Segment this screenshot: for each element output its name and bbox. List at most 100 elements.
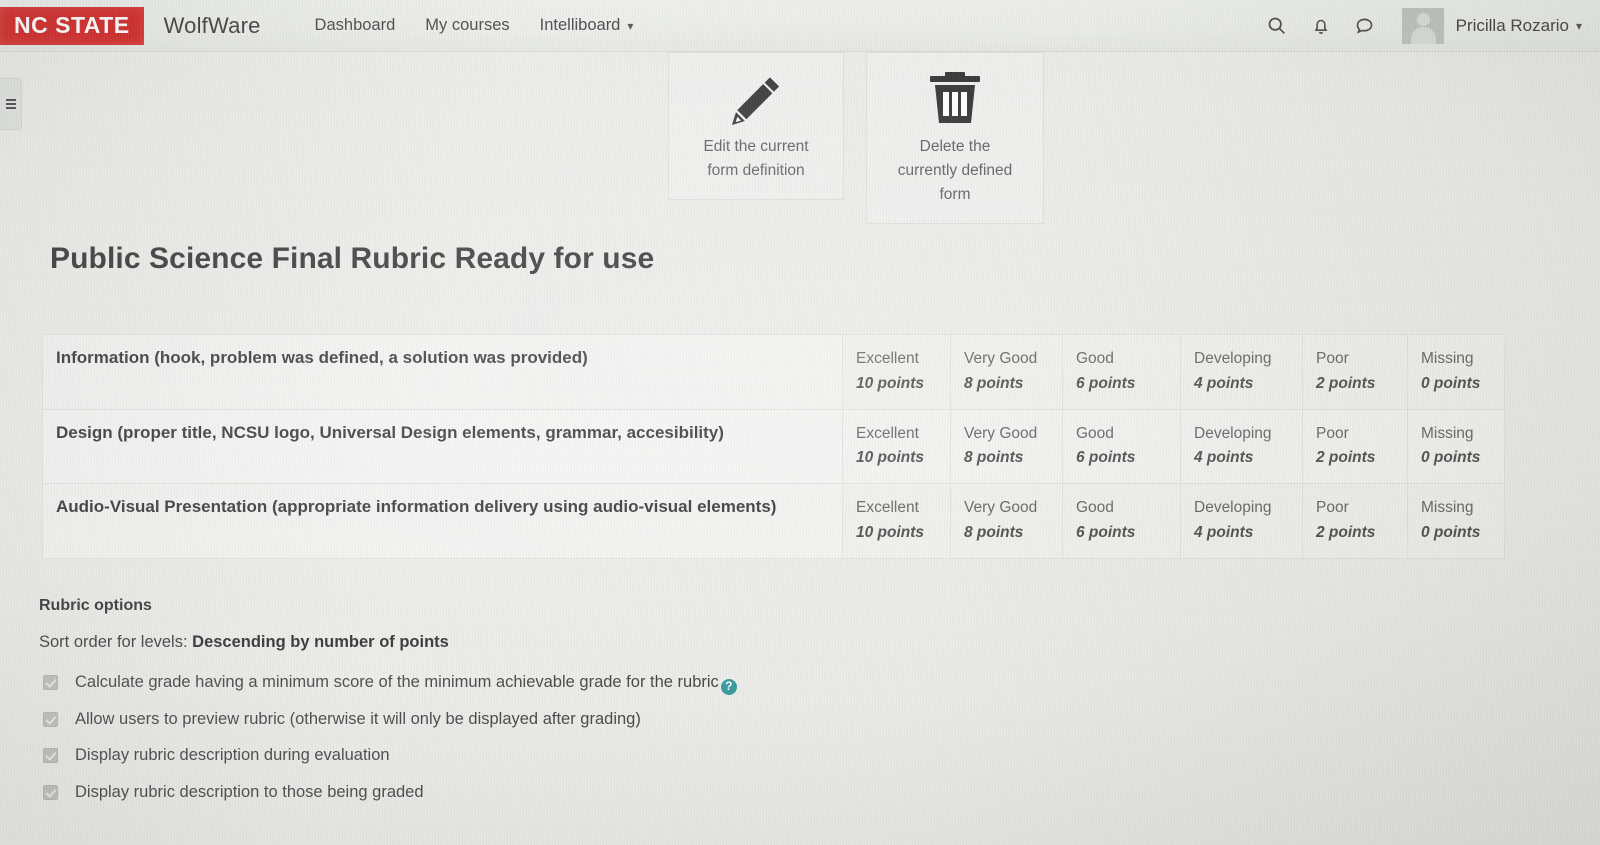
criterion-description: Information (hook, problem was defined, … bbox=[56, 348, 588, 367]
level-name: Very Good bbox=[964, 350, 1038, 367]
sort-order-line: Sort order for levels: Descending by num… bbox=[39, 633, 939, 652]
option-row-display-during-evaluation[interactable]: Display rubric description during evalua… bbox=[39, 745, 939, 766]
option-row-display-to-graded[interactable]: Display rubric description to those bein… bbox=[39, 782, 939, 803]
top-navigation-bar: NC STATE WolfWare Dashboard My courses I… bbox=[0, 0, 1600, 52]
level-cell-missing: Missing 0 points bbox=[1407, 483, 1505, 559]
message-icon[interactable] bbox=[1348, 9, 1382, 43]
level-cell-developing: Developing 4 points bbox=[1180, 483, 1303, 559]
level-cell-excellent: Excellent 10 points bbox=[842, 334, 951, 410]
level-points: 6 points bbox=[1076, 374, 1136, 392]
nav-right-cluster: Pricilla Rozario ▾ bbox=[1250, 7, 1600, 44]
criterion-cell: Audio-Visual Presentation (appropriate i… bbox=[42, 483, 843, 559]
level-points: 8 points bbox=[964, 374, 1024, 392]
primary-nav-links: Dashboard My courses Intelliboard ▾ bbox=[285, 16, 634, 35]
nc-state-logo[interactable]: NC STATE bbox=[0, 6, 144, 45]
delete-button-caption-line3: form bbox=[939, 186, 971, 204]
delete-button-caption-line1: Delete the bbox=[919, 138, 991, 155]
level-cell-good: Good 6 points bbox=[1062, 483, 1181, 559]
level-name: Developing bbox=[1194, 424, 1272, 442]
level-points: 2 points bbox=[1316, 374, 1376, 392]
level-cell-good: Good 6 points bbox=[1062, 334, 1181, 410]
table-row: Design (proper title, NCSU logo, Univers… bbox=[42, 408, 1505, 485]
level-cell-poor: Poor 2 points bbox=[1302, 408, 1408, 485]
page-title: Public Science Final Rubric Ready for us… bbox=[50, 242, 655, 275]
option-row-allow-preview[interactable]: Allow users to preview rubric (otherwise… bbox=[39, 709, 939, 730]
nav-item-dashboard[interactable]: Dashboard bbox=[315, 16, 396, 35]
level-name: Poor bbox=[1316, 350, 1349, 367]
level-cell-missing: Missing 0 points bbox=[1407, 408, 1505, 485]
avatar[interactable] bbox=[1401, 7, 1444, 44]
avatar-silhouette-icon bbox=[1408, 10, 1438, 44]
option-row-calculate-grade[interactable]: Calculate grade having a minimum score o… bbox=[39, 672, 939, 695]
level-name: Excellent bbox=[856, 350, 919, 367]
level-points: 10 points bbox=[856, 523, 925, 541]
edit-button-caption: Edit the current form definition bbox=[679, 135, 833, 183]
trash-icon bbox=[877, 71, 1033, 127]
user-menu-chevron-down-icon[interactable]: ▾ bbox=[1576, 19, 1582, 33]
level-cell-developing: Developing 4 points bbox=[1180, 334, 1303, 410]
level-cell-developing: Developing 4 points bbox=[1180, 408, 1303, 485]
option-label-display-to-graded: Display rubric description to those bein… bbox=[75, 782, 424, 801]
level-name: Missing bbox=[1421, 499, 1474, 517]
level-points: 8 points bbox=[964, 449, 1024, 467]
level-cell-very-good: Very Good 8 points bbox=[950, 483, 1063, 559]
nav-item-intelliboard-label: Intelliboard bbox=[539, 16, 621, 34]
level-points: 4 points bbox=[1194, 374, 1254, 392]
level-name: Missing bbox=[1421, 350, 1474, 367]
user-name[interactable]: Pricilla Rozario bbox=[1456, 16, 1569, 36]
sort-order-value[interactable]: Descending by number of points bbox=[192, 633, 449, 651]
checkbox-display-to-graded[interactable] bbox=[43, 784, 58, 800]
option-label-calculate-grade: Calculate grade having a minimum score o… bbox=[75, 672, 737, 695]
nav-item-my-courses[interactable]: My courses bbox=[425, 16, 509, 35]
criterion-description: Audio-Visual Presentation (appropriate i… bbox=[56, 497, 777, 517]
delete-button-caption-line2: currently defined bbox=[897, 162, 1013, 180]
level-name: Excellent bbox=[856, 499, 919, 517]
rubric-table: Information (hook, problem was defined, … bbox=[42, 334, 1505, 559]
level-points: 2 points bbox=[1316, 449, 1376, 467]
checkbox-calculate-grade[interactable] bbox=[43, 675, 58, 690]
pencil-icon bbox=[679, 71, 833, 127]
level-name: Missing bbox=[1421, 424, 1474, 442]
criterion-cell: Design (proper title, NCSU logo, Univers… bbox=[42, 408, 843, 485]
table-row: Audio-Visual Presentation (appropriate i… bbox=[42, 483, 1505, 559]
level-name: Good bbox=[1076, 350, 1114, 367]
level-name: Developing bbox=[1194, 350, 1272, 367]
option-text: Calculate grade having a minimum score o… bbox=[75, 673, 719, 691]
main-content: Edit the current form definition Delete … bbox=[0, 52, 1600, 845]
checkbox-display-during-evaluation[interactable] bbox=[43, 748, 58, 764]
checkbox-allow-preview[interactable] bbox=[43, 711, 58, 727]
level-name: Very Good bbox=[964, 499, 1038, 517]
level-points: 10 points bbox=[856, 374, 925, 392]
level-name: Poor bbox=[1316, 424, 1349, 442]
level-points: 4 points bbox=[1194, 449, 1254, 467]
help-icon[interactable]: ? bbox=[720, 678, 737, 695]
level-points: 0 points bbox=[1421, 449, 1481, 467]
drawer-toggle-button[interactable] bbox=[0, 78, 22, 130]
level-points: 0 points bbox=[1421, 374, 1481, 392]
brand-wolfware[interactable]: WolfWare bbox=[164, 13, 261, 39]
nav-item-intelliboard[interactable]: Intelliboard ▾ bbox=[540, 16, 634, 35]
level-cell-poor: Poor 2 points bbox=[1302, 483, 1408, 559]
chevron-down-icon: ▾ bbox=[627, 19, 634, 33]
level-name: Excellent bbox=[856, 424, 919, 442]
sort-order-label: Sort order for levels: bbox=[39, 633, 188, 651]
delete-form-definition-button[interactable]: Delete the currently defined form bbox=[866, 52, 1044, 225]
level-cell-very-good: Very Good 8 points bbox=[950, 408, 1063, 485]
level-points: 0 points bbox=[1421, 523, 1481, 541]
option-label-display-during-evaluation: Display rubric description during evalua… bbox=[75, 746, 390, 765]
table-row: Information (hook, problem was defined, … bbox=[42, 334, 1505, 410]
level-cell-excellent: Excellent 10 points bbox=[842, 408, 951, 485]
level-cell-excellent: Excellent 10 points bbox=[842, 483, 951, 559]
level-name: Poor bbox=[1316, 499, 1349, 517]
level-name: Good bbox=[1076, 499, 1114, 517]
delete-button-caption: Delete the currently defined form bbox=[877, 135, 1033, 207]
search-icon[interactable] bbox=[1260, 9, 1294, 43]
level-points: 4 points bbox=[1194, 523, 1254, 541]
rubric-options-heading: Rubric options bbox=[39, 597, 152, 614]
rubric-options-section: Rubric options Sort order for levels: De… bbox=[39, 597, 939, 819]
edit-button-caption-line1: Edit the current bbox=[703, 138, 809, 155]
bell-icon[interactable] bbox=[1304, 9, 1338, 43]
level-name: Good bbox=[1076, 424, 1114, 442]
edit-button-caption-line2: form definition bbox=[707, 162, 805, 180]
edit-form-definition-button[interactable]: Edit the current form definition bbox=[668, 52, 844, 201]
